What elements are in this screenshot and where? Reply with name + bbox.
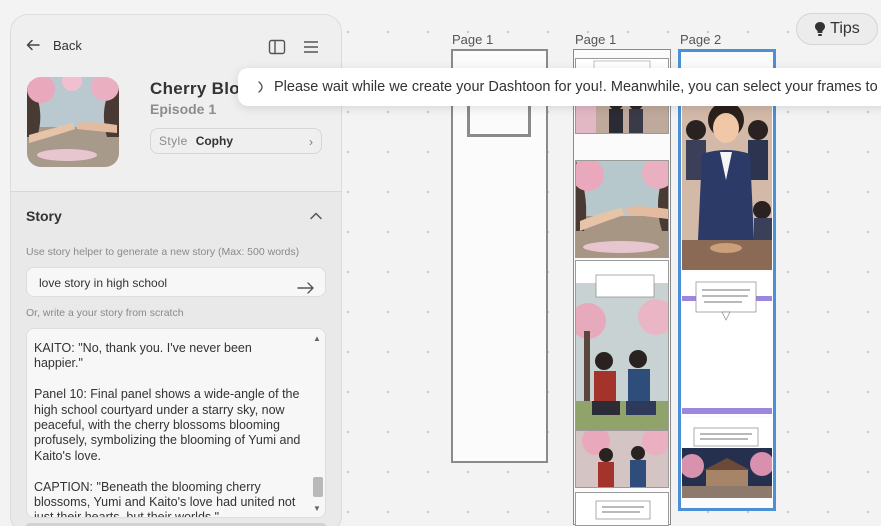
page-label: Page 2	[680, 32, 722, 47]
episode-label: Episode 1	[150, 101, 217, 117]
comic-frame[interactable]	[682, 90, 772, 270]
scroll-down-icon[interactable]: ▼	[313, 505, 321, 513]
loading-spinner-icon	[258, 81, 263, 93]
style-selector[interactable]: Style Cophy ›	[150, 128, 322, 154]
story-textarea[interactable]: KAITO: "No, thank you. I've never been h…	[26, 328, 326, 518]
page-column[interactable]	[451, 49, 548, 463]
comic-frame[interactable]	[682, 418, 772, 498]
story-prompt-value: love story in high school	[39, 276, 168, 290]
story-paragraph: CAPTION: "Beneath the blooming cherry bl…	[34, 479, 296, 518]
write-from-scratch-text: Or, write a your story from scratch	[26, 307, 184, 319]
scrollbar-thumb[interactable]	[313, 477, 323, 497]
story-paragraph: Panel 10: Final panel shows a wide-angle…	[34, 387, 301, 463]
sidebar-panel-icon[interactable]	[267, 37, 287, 57]
comic-frame[interactable]	[682, 346, 772, 416]
chevron-right-icon: ›	[309, 135, 313, 149]
chevron-up-icon[interactable]	[309, 209, 323, 223]
hamburger-menu-icon[interactable]	[301, 37, 321, 57]
page-label: Page 1	[452, 32, 494, 47]
story-heading: Story	[26, 208, 62, 224]
story-text: KAITO: "No, thank you. I've never been h…	[34, 341, 304, 518]
project-title: Cherry Blos	[150, 79, 250, 98]
page-label: Page 1	[575, 32, 617, 47]
episode-thumbnail[interactable]	[27, 77, 119, 167]
arrow-left-icon	[26, 39, 40, 51]
arrow-right-icon[interactable]	[297, 276, 315, 294]
page-column-selected[interactable]	[678, 49, 776, 511]
story-prompt-input[interactable]: love story in high school	[26, 267, 326, 297]
story-paragraph: KAITO: "No, thank you. I've never been h…	[34, 341, 252, 371]
panel-toolbar	[267, 37, 321, 57]
toast-message: Please wait while we create your Dashtoo…	[274, 79, 881, 95]
story-scrollbar[interactable]: ▲ ▼	[311, 331, 323, 515]
comic-frame[interactable]	[575, 160, 669, 258]
back-label: Back	[53, 37, 82, 53]
style-value: Cophy	[195, 134, 234, 148]
back-button[interactable]: Back	[25, 37, 82, 53]
tips-button[interactable]: Tips	[796, 13, 878, 45]
comic-frame[interactable]	[575, 492, 669, 526]
section-divider	[11, 191, 341, 192]
scroll-up-icon[interactable]: ▲	[313, 335, 321, 343]
story-helper-text: Use story helper to generate a new story…	[26, 246, 300, 258]
page-column[interactable]	[573, 49, 671, 526]
loading-toast: Please wait while we create your Dashtoo…	[238, 68, 881, 106]
comic-frame[interactable]	[682, 272, 772, 346]
comic-frame[interactable]	[575, 260, 669, 452]
tips-label: Tips	[830, 20, 860, 37]
lightbulb-icon	[815, 22, 826, 36]
style-label: Style	[159, 134, 188, 148]
comic-frame[interactable]	[575, 430, 669, 488]
